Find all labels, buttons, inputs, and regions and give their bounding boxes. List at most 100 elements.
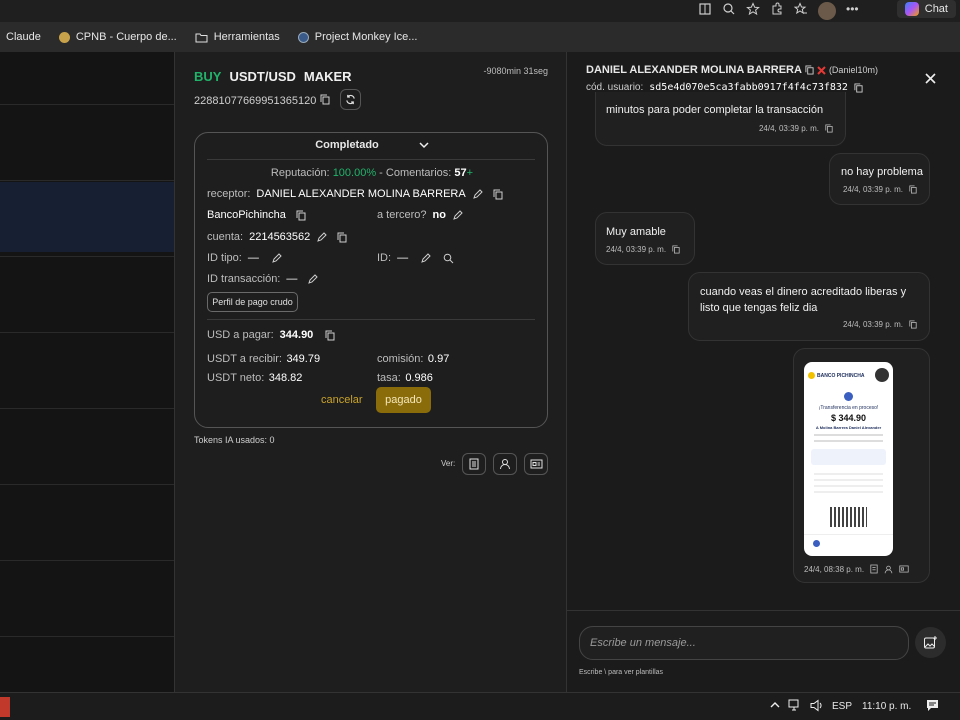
message-text: no hay problema [841, 166, 923, 178]
refresh-button[interactable] [340, 89, 361, 110]
edit-pencil-icon[interactable] [316, 231, 327, 243]
view-user-button[interactable] [493, 453, 517, 475]
third-party-label: a tercero? [377, 209, 427, 221]
browser-toolbar: ••• Chat [0, 0, 960, 22]
copy-icon[interactable] [493, 189, 503, 200]
paid-button[interactable]: pagado [376, 387, 431, 413]
commission-row: comisión: 0.97 [377, 349, 449, 367]
chat-image-message: BANCO PICHINCHA ¡Transferencia en proces… [793, 348, 930, 583]
copy-icon[interactable] [825, 124, 833, 133]
status-value: Completado [315, 139, 379, 151]
order-side: BUY [194, 69, 222, 84]
site-icon [58, 31, 70, 43]
view-label: Ver: [441, 459, 456, 468]
bookmark-project-monkey[interactable]: Project Monkey Ice... [297, 31, 418, 43]
status-dropdown[interactable]: Completado [195, 139, 549, 151]
account-label: cuenta: [207, 231, 244, 243]
network-icon[interactable] [788, 699, 802, 712]
id-card-icon[interactable] [899, 565, 909, 573]
copy-icon[interactable] [805, 65, 814, 75]
volume-icon[interactable] [810, 699, 824, 712]
usdt-receive-row: USDT a recibir: 349.79 [207, 349, 320, 367]
bookmark-label: Project Monkey Ice... [314, 31, 418, 43]
divider [207, 159, 535, 160]
message-time: 24/4, 03:39 p. m. [842, 185, 903, 194]
usdt-net-row: USDT neto: 348.82 [207, 368, 302, 386]
chat-message-incoming: minutos para poder completar la transacc… [595, 92, 846, 146]
document-icon[interactable] [870, 564, 878, 574]
payment-receipt-image[interactable]: BANCO PICHINCHA ¡Transferencia en proces… [804, 362, 893, 556]
divider [207, 319, 535, 320]
copy-icon[interactable] [296, 210, 306, 221]
chevron-up-icon[interactable] [770, 701, 780, 708]
view-id-card-button[interactable] [524, 453, 548, 475]
receptor-label: receptor: [207, 188, 251, 200]
copilot-chat-button[interactable]: Chat [896, 0, 956, 18]
more-options-icon[interactable]: ••• [846, 2, 859, 20]
receipt-share-icon [813, 540, 820, 547]
order-pair: USDT/USD [229, 69, 296, 84]
profile-avatar[interactable] [818, 2, 836, 20]
receipt-amount: $ 344.90 [830, 413, 867, 423]
close-icon[interactable] [925, 73, 936, 84]
edit-pencil-icon[interactable] [307, 273, 319, 285]
bookmark-herramientas[interactable]: Herramientas [195, 31, 280, 43]
taskbar: ESP 11:10 p. m. [0, 692, 960, 720]
raw-payment-profile-button[interactable]: Perfil de pago crudo [207, 292, 298, 312]
receipt-avatar [875, 368, 889, 382]
language-indicator[interactable]: ESP [832, 701, 852, 712]
bookmark-cpnb[interactable]: CPNB - Cuerpo de... [58, 31, 177, 43]
edit-pencil-icon[interactable] [472, 188, 483, 200]
favorites-icon[interactable] [794, 2, 808, 20]
edit-pencil-icon[interactable] [452, 209, 463, 221]
receptor-row: receptor: DANIEL ALEXANDER MOLINA BARRER… [207, 188, 503, 200]
message-input[interactable]: Escribe un mensaje... [579, 626, 909, 660]
edit-pencil-icon[interactable] [271, 252, 282, 264]
zoom-icon[interactable] [722, 2, 736, 20]
taskbar-app-icon[interactable] [0, 697, 10, 717]
comments-label: - Comentarios: [376, 167, 452, 179]
receipt-info-icon [844, 392, 853, 401]
usdt-receive-value: 349.79 [286, 353, 321, 365]
favorite-star-icon[interactable] [746, 2, 760, 20]
copy-icon[interactable] [909, 185, 917, 194]
copy-icon[interactable] [854, 83, 863, 93]
selected-list-row[interactable] [0, 182, 174, 252]
receipt-title: ¡Transferencia en proceso! [818, 405, 879, 411]
view-document-button[interactable] [462, 453, 486, 475]
notifications-icon[interactable] [926, 699, 939, 712]
templates-hint: Escribe \ para ver plantillas [579, 669, 664, 676]
chat-label: Chat [924, 3, 948, 15]
bookmark-label: CPNB - Cuerpo de... [75, 31, 177, 43]
chat-message-incoming: Muy amable 24/4, 03:39 p. m. [595, 212, 695, 265]
user-icon[interactable] [884, 565, 893, 574]
id-label: ID: [377, 252, 392, 264]
transaction-id-label: ID transacción: [207, 273, 281, 285]
order-detail-panel: BUY USDT/USD MAKER -9080min 31seg 228810… [174, 52, 566, 692]
clock[interactable]: 11:10 p. m. [862, 701, 911, 712]
copy-icon[interactable] [320, 94, 330, 105]
bookmark-claude[interactable]: Claude [6, 31, 41, 43]
cancel-button[interactable]: cancelar [321, 394, 363, 406]
bank-name: BancoPichincha [207, 209, 286, 221]
copy-icon[interactable] [325, 330, 335, 341]
message-text: Muy amable [606, 226, 666, 238]
account-value: 2214563562 [249, 231, 311, 243]
folder-icon [195, 32, 208, 43]
copy-icon[interactable] [909, 320, 917, 329]
document-icon [469, 458, 479, 470]
order-role: MAKER [303, 69, 352, 84]
receipt-bank-name: BANCO PICHINCHA [817, 372, 865, 379]
usdt-receive-label: USDT a recibir: [207, 353, 282, 365]
copy-icon[interactable] [337, 232, 347, 243]
search-icon[interactable] [443, 253, 454, 264]
add-image-icon [923, 635, 938, 650]
left-list-panel [0, 52, 174, 692]
edit-pencil-icon[interactable] [420, 252, 431, 264]
extensions-icon[interactable] [770, 2, 784, 20]
message-time: 24/4, 08:38 p. m. [804, 564, 865, 574]
copy-icon[interactable] [672, 245, 680, 254]
attach-image-button[interactable] [915, 627, 946, 658]
split-screen-icon[interactable] [698, 2, 712, 20]
message-text: minutos para poder completar la transacc… [606, 104, 824, 116]
